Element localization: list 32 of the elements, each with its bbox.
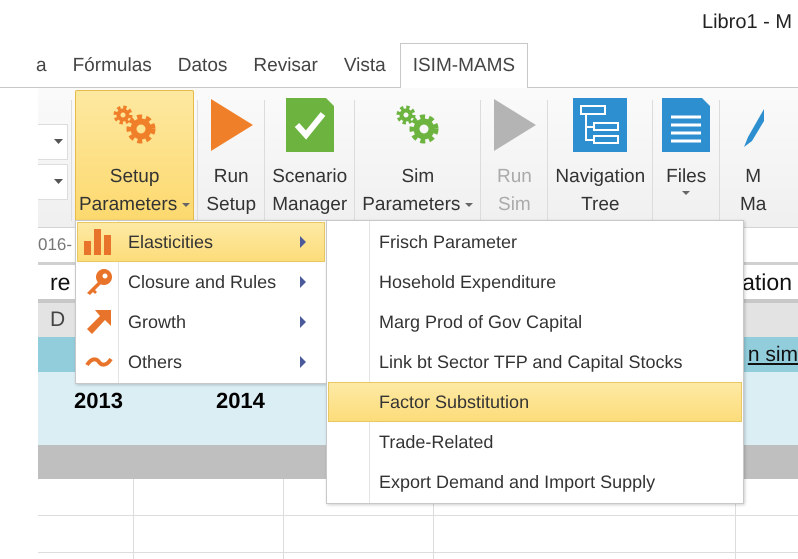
ribbon-tab[interactable]: Datos	[166, 44, 240, 87]
caret-icon	[54, 179, 63, 184]
menu-item[interactable]: Trade-Related	[328, 422, 742, 462]
menu-item[interactable]: Elasticities	[77, 222, 325, 262]
sheet-title: re	[50, 268, 70, 296]
menu-item[interactable]: Factor Substitution	[328, 382, 742, 422]
ribbon-tab[interactable]: ISIM-MAMS	[400, 43, 528, 88]
ribbon-tab[interactable]: Fórmulas	[60, 44, 164, 87]
menu-item[interactable]: Link bt Sector TFP and Capital Stocks	[328, 342, 742, 382]
name-box[interactable]: 016-	[38, 235, 72, 255]
link[interactable]: n sim	[748, 342, 798, 366]
tilde-icon	[85, 356, 113, 368]
menu-item[interactable]: Export Demand and Import Supply	[328, 462, 742, 502]
dropdown-field[interactable]	[38, 124, 68, 160]
year-cell: 2014	[216, 387, 265, 415]
column-header: D	[50, 308, 66, 332]
dropdown-field[interactable]	[38, 164, 68, 200]
menu-item[interactable]: Others	[77, 342, 325, 382]
menu-item[interactable]: Growth	[77, 302, 325, 342]
bar-chart-icon	[84, 229, 114, 255]
key-icon	[85, 268, 113, 296]
window-title: Libro1 - M	[702, 10, 792, 34]
menu-item[interactable]: Closure and Rules	[77, 262, 325, 302]
sheet-title: ation	[742, 268, 792, 296]
menu-item[interactable]: Hosehold Expenditure	[328, 262, 742, 302]
ribbon-tab[interactable]: a	[24, 44, 59, 87]
caret-icon	[54, 139, 63, 144]
menu-item[interactable]: Marg Prod of Gov Capital	[328, 302, 742, 342]
year-cell: 2013	[74, 387, 123, 415]
arrow-icon	[87, 310, 111, 334]
ribbon-tab[interactable]: Vista	[332, 44, 398, 87]
ribbon-tab[interactable]: Revisar	[241, 44, 330, 87]
